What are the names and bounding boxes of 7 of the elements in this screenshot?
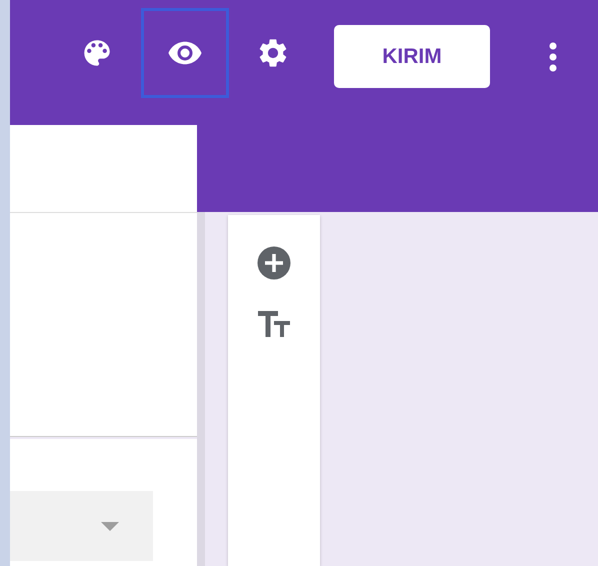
dropdown-field[interactable] — [10, 491, 153, 561]
send-button[interactable]: KIRIM — [334, 25, 490, 88]
more-options-button[interactable] — [548, 40, 558, 74]
dropdown-caret-icon — [101, 522, 119, 530]
add-question-button[interactable] — [256, 245, 292, 281]
add-title-button[interactable] — [256, 309, 292, 339]
preview-button[interactable] — [141, 8, 229, 98]
